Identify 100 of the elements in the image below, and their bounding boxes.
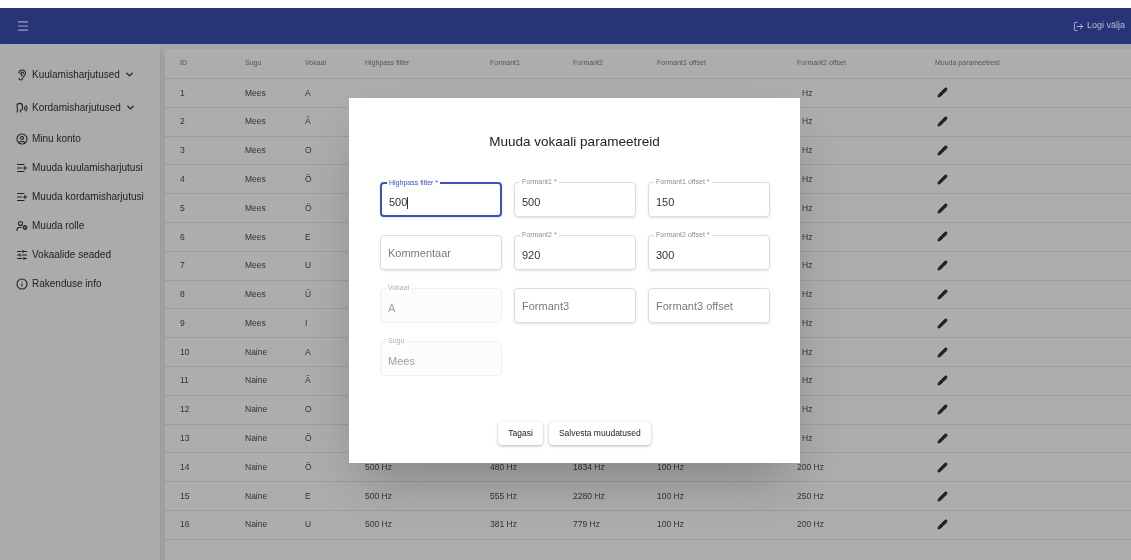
table-cell-text: 9 <box>179 316 186 330</box>
dialog-button[interactable]: Tagasi <box>498 422 543 445</box>
edit-icon[interactable] <box>937 260 948 272</box>
edit-icon[interactable] <box>937 173 948 185</box>
table-cell-text: 12 <box>179 403 191 417</box>
field-value: A <box>388 300 396 316</box>
table-cell-text: Hz <box>801 316 814 330</box>
table-cell-text: Mees <box>244 172 267 186</box>
field-placeholder: Formant3 <box>522 298 570 314</box>
table-cell-text: 6 <box>179 230 186 244</box>
table-cell-text: 480 Hz <box>489 460 518 474</box>
logout-button[interactable]: Logi välja <box>1072 19 1125 33</box>
sidebar-item[interactable]: Vokaalide seaded <box>0 240 160 269</box>
table-cell-text: 100 Hz <box>656 460 685 474</box>
table-cell-text: Ö <box>304 460 313 474</box>
table-cell-text: 381 Hz <box>489 518 518 532</box>
table-cell-text: Õ <box>304 432 313 445</box>
table-cell-text: 1 <box>179 86 186 100</box>
table-cell-text: Ä <box>304 374 312 388</box>
edit-icon[interactable] <box>937 231 948 243</box>
table-cell-text: E <box>304 489 312 503</box>
table-cell-text: Ü <box>304 288 313 301</box>
table-cell-text: A <box>304 86 312 100</box>
table-cell-text: 2280 Hz <box>572 489 606 503</box>
edit-icon[interactable] <box>937 116 948 128</box>
field-value: 300 <box>656 247 675 263</box>
edit-icon[interactable] <box>937 432 948 444</box>
edit-icon[interactable] <box>937 461 948 473</box>
edit-icon[interactable] <box>937 346 948 358</box>
table-cell-text: 7 <box>179 259 186 273</box>
sidebar-item[interactable]: Minu konto <box>0 124 160 153</box>
dialog-button[interactable]: Salvesta muudatused <box>548 422 651 445</box>
table-cell-text: Hz <box>801 259 814 273</box>
table-cell-text: Mees <box>244 316 267 330</box>
edit-icon[interactable] <box>937 375 948 387</box>
text-field[interactable]: Formant3 <box>514 288 636 324</box>
sidebar-item[interactable]: Kuulamisharjutused <box>0 58 160 91</box>
edit-icon[interactable] <box>937 317 948 329</box>
sidebar-item[interactable]: Muuda kordamisharjutusi <box>0 182 160 211</box>
table-cell-text: 250 Hz <box>796 489 825 503</box>
table-cell-text: Mees <box>244 86 267 100</box>
table-cell-text: U <box>304 259 313 273</box>
table-cell-text: Mees <box>244 259 267 273</box>
table-cell-text: Naine <box>244 345 269 359</box>
sidebar-item[interactable]: Muuda kuulamisharjutusi <box>0 153 160 182</box>
edit-icon[interactable] <box>937 404 948 416</box>
sidebar-item[interactable]: Muuda rolle <box>0 211 160 240</box>
field-value: 500 <box>522 194 541 210</box>
table-cell-text: Ö <box>304 201 313 215</box>
table-cell-text: Mees <box>244 288 267 301</box>
speaking-person-icon <box>16 101 28 114</box>
table-cell-text: O <box>304 144 313 157</box>
table-cell-text: 200 Hz <box>796 460 825 474</box>
table-cell-text: 8 <box>179 288 186 301</box>
list-edit-icon <box>16 161 28 174</box>
user-gear-icon <box>16 219 28 232</box>
table-cell-text: Hz <box>801 288 814 301</box>
table-cell-text: 555 Hz <box>489 489 518 503</box>
menu-icon[interactable] <box>16 19 30 33</box>
edit-icon[interactable] <box>937 490 948 502</box>
edit-icon[interactable] <box>937 202 948 214</box>
account-icon <box>16 132 28 145</box>
edit-icon[interactable] <box>937 519 948 531</box>
edit-icon[interactable] <box>937 87 948 99</box>
field-value: 150 <box>656 194 675 210</box>
table-cell-text: 100 Hz <box>656 518 685 532</box>
table-cell-text: Hz <box>801 201 814 215</box>
table-cell-text: Õ <box>304 172 313 186</box>
table-cell-text: E <box>304 230 312 244</box>
table-cell-text: 5 <box>179 201 186 215</box>
dialog-title: Muuda vokaali parameetreid <box>489 133 660 151</box>
edit-icon[interactable] <box>937 145 948 156</box>
table-cell-text: 16 <box>179 518 191 532</box>
table-cell-text: 100 Hz <box>656 489 685 503</box>
chevron-down-icon <box>123 69 135 80</box>
table-cell-text: 3 <box>179 144 186 157</box>
table-cell-text: 10 <box>179 345 191 359</box>
table-cell-text: Mees <box>244 115 267 129</box>
list-edit-icon <box>16 190 28 203</box>
table-cell-text: Hz <box>801 115 814 129</box>
table-cell-text: 14 <box>179 460 191 474</box>
table-cell-text: Mees <box>244 144 267 157</box>
sidebar-item[interactable]: Kordamisharjutused <box>0 91 160 124</box>
ear-icon <box>16 68 28 81</box>
table-cell-text: 500 Hz <box>364 460 393 474</box>
table-cell-text: 500 Hz <box>364 518 393 532</box>
table-cell-text: Naine <box>244 489 269 503</box>
text-field[interactable]: Kommentaar <box>380 235 502 271</box>
text-field[interactable]: Formant3 offset <box>648 288 770 324</box>
field-placeholder: Formant3 offset <box>656 298 733 314</box>
sidebar-item[interactable]: Rakenduse info <box>0 269 160 298</box>
field-value: Mees <box>388 353 415 369</box>
table-cell-text: Mees <box>244 201 267 215</box>
table-cell-text: 779 Hz <box>572 518 601 532</box>
edit-icon[interactable] <box>937 288 948 300</box>
table-cell-text: Hz <box>801 403 814 417</box>
table-cell-text: Naine <box>244 403 269 417</box>
table-cell-text: 200 Hz <box>796 518 825 532</box>
table-cell-text: Naine <box>244 432 269 445</box>
table-cell-text: I <box>304 316 309 330</box>
